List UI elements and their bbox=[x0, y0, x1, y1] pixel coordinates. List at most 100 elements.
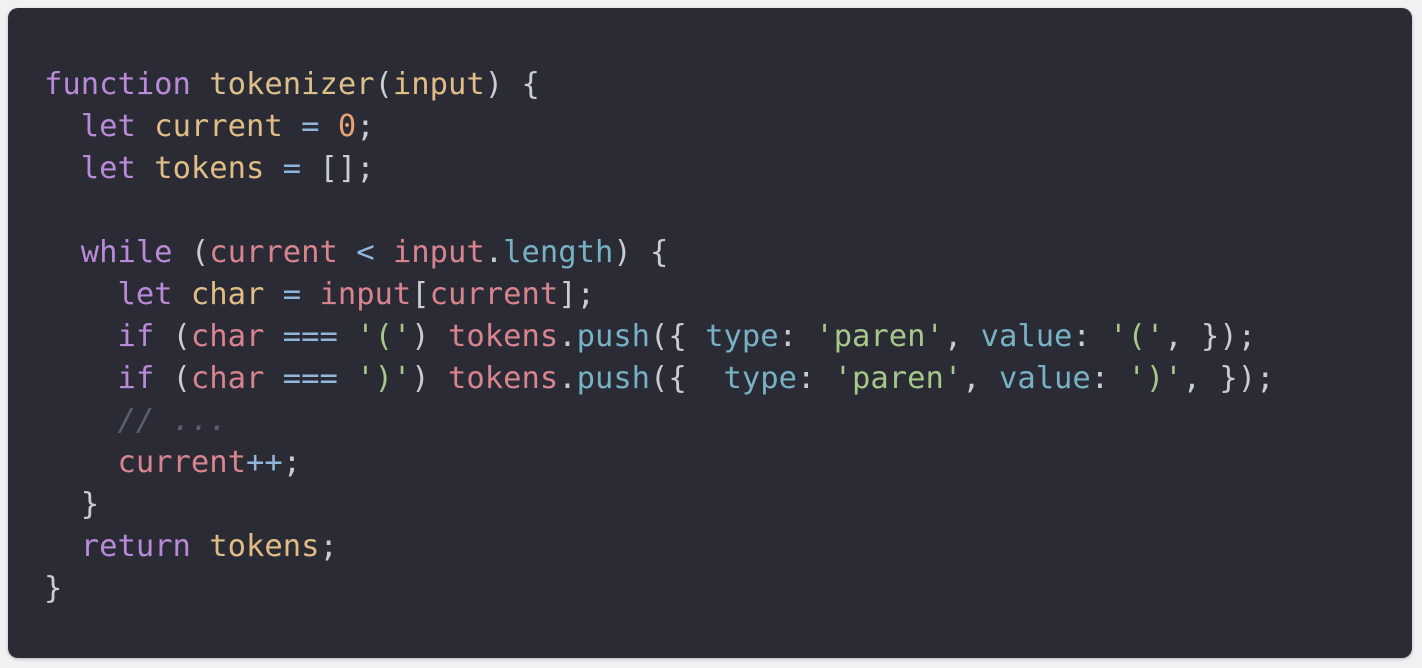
code-token-punctuation bbox=[44, 235, 81, 270]
code-token-punctuation: , bbox=[943, 319, 981, 354]
code-token-punctuation: : bbox=[778, 319, 816, 354]
code-token-punctuation: ]; bbox=[558, 277, 595, 312]
code-token-local: current bbox=[117, 445, 246, 480]
code-token-operator: = bbox=[282, 109, 338, 144]
code-token-local: current bbox=[209, 235, 338, 270]
code-token-operator: === bbox=[264, 319, 357, 354]
code-token-local: tokens bbox=[448, 319, 559, 354]
code-line: return tokens; bbox=[44, 526, 1274, 568]
code-token-punctuation: . bbox=[484, 235, 504, 270]
code-token-local: input bbox=[392, 235, 485, 270]
code-token-punctuation: ( bbox=[154, 319, 191, 354]
code-token-keyword: function bbox=[44, 67, 191, 102]
code-token-variable: current bbox=[154, 109, 283, 144]
code-token-string: '(' bbox=[1109, 319, 1165, 354]
code-token-punctuation: } bbox=[44, 487, 100, 522]
code-token-punctuation: ) bbox=[411, 319, 449, 354]
code-token-variable: tokens bbox=[154, 151, 265, 186]
code-line: let char = input[current]; bbox=[44, 274, 1274, 316]
code-token-keyword: let bbox=[80, 151, 136, 186]
code-token-punctuation: ; bbox=[282, 445, 302, 480]
code-token-punctuation: ; bbox=[319, 529, 338, 564]
code-line: current++; bbox=[44, 442, 1274, 484]
code-token-punctuation bbox=[44, 529, 81, 564]
code-token-keyword: if bbox=[117, 361, 155, 396]
code-token-punctuation: [ bbox=[411, 277, 430, 312]
code-token-property: push bbox=[576, 361, 651, 396]
code-token-punctuation: : bbox=[796, 361, 834, 396]
code-token-punctuation: . bbox=[558, 319, 577, 354]
code-token-function-name: tokenizer bbox=[209, 67, 375, 102]
code-token-punctuation: , }); bbox=[1182, 361, 1275, 396]
code-line: function tokenizer(input) { bbox=[44, 64, 1274, 106]
code-token-punctuation bbox=[191, 67, 209, 102]
code-token-string: '(' bbox=[356, 319, 412, 354]
code-line: } bbox=[44, 484, 1274, 526]
code-token-param: input bbox=[392, 67, 485, 102]
code-token-punctuation: ({ bbox=[650, 361, 724, 396]
code-token-keyword: while bbox=[80, 235, 173, 270]
code-token-keyword: if bbox=[117, 319, 155, 354]
code-token-punctuation: []; bbox=[319, 151, 375, 186]
code-token-property: length bbox=[503, 235, 614, 270]
code-token-punctuation bbox=[44, 445, 117, 480]
code-token-operator: === bbox=[264, 361, 357, 396]
code-token-punctuation: , bbox=[962, 361, 999, 396]
code-block: function tokenizer(input) { let current … bbox=[44, 64, 1274, 610]
code-token-punctuation: . bbox=[558, 361, 577, 396]
code-token-punctuation: ; bbox=[356, 109, 375, 144]
code-token-string: ')' bbox=[356, 361, 412, 396]
code-token-local: char bbox=[190, 361, 265, 396]
code-token-punctuation: ) bbox=[411, 361, 449, 396]
code-token-comment: // ... bbox=[117, 403, 228, 438]
code-token-punctuation: ) { bbox=[613, 235, 669, 270]
code-line: if (char === '(') tokens.push({ type: 'p… bbox=[44, 316, 1274, 358]
code-token-number: 0 bbox=[337, 109, 357, 144]
code-line: if (char === ')') tokens.push({ type: 'p… bbox=[44, 358, 1274, 400]
code-token-punctuation bbox=[44, 109, 81, 144]
code-token-variable: tokens bbox=[209, 529, 320, 564]
code-token-variable: char bbox=[190, 277, 265, 312]
code-token-punctuation bbox=[44, 277, 117, 312]
code-token-punctuation bbox=[173, 277, 191, 312]
code-token-property: type bbox=[723, 361, 797, 396]
code-token-punctuation bbox=[44, 151, 81, 186]
code-token-punctuation: ({ bbox=[650, 319, 706, 354]
code-token-punctuation: : bbox=[1090, 361, 1128, 396]
code-token-punctuation: , }); bbox=[1164, 319, 1257, 354]
code-token-operator: = bbox=[264, 151, 320, 186]
code-token-punctuation bbox=[44, 403, 117, 438]
code-token-keyword: return bbox=[80, 529, 191, 564]
code-snippet-card: function tokenizer(input) { let current … bbox=[8, 8, 1412, 658]
code-token-property: value bbox=[998, 361, 1091, 396]
code-token-keyword: let bbox=[80, 109, 136, 144]
code-token-property: push bbox=[576, 319, 651, 354]
code-line: // ... bbox=[44, 400, 1274, 442]
code-token-property: type bbox=[705, 319, 779, 354]
code-token-punctuation: ) { bbox=[484, 67, 540, 102]
code-token-punctuation bbox=[191, 529, 209, 564]
code-token-property: value bbox=[980, 319, 1073, 354]
code-token-string: ')' bbox=[1127, 361, 1183, 396]
code-token-local: input bbox=[319, 277, 412, 312]
code-token-string: 'paren' bbox=[815, 319, 944, 354]
code-line: let tokens = []; bbox=[44, 148, 1274, 190]
code-line: } bbox=[44, 568, 1274, 610]
code-token-punctuation: ( bbox=[154, 361, 191, 396]
code-token-punctuation bbox=[136, 109, 154, 144]
code-line: let current = 0; bbox=[44, 106, 1274, 148]
code-token-punctuation: ( bbox=[374, 67, 393, 102]
code-token-operator: = bbox=[264, 277, 320, 312]
code-token-punctuation bbox=[136, 151, 154, 186]
code-token-punctuation bbox=[44, 319, 117, 354]
code-line: while (current < input.length) { bbox=[44, 232, 1274, 274]
code-token-operator: ++ bbox=[246, 445, 283, 480]
code-token-punctuation: ( bbox=[172, 235, 210, 270]
code-token-punctuation: } bbox=[44, 571, 63, 606]
code-token-string: 'paren' bbox=[833, 361, 963, 396]
code-token-punctuation: : bbox=[1072, 319, 1110, 354]
code-token-keyword: let bbox=[117, 277, 173, 312]
code-token-operator: < bbox=[337, 235, 393, 270]
code-token-local: tokens bbox=[448, 361, 559, 396]
